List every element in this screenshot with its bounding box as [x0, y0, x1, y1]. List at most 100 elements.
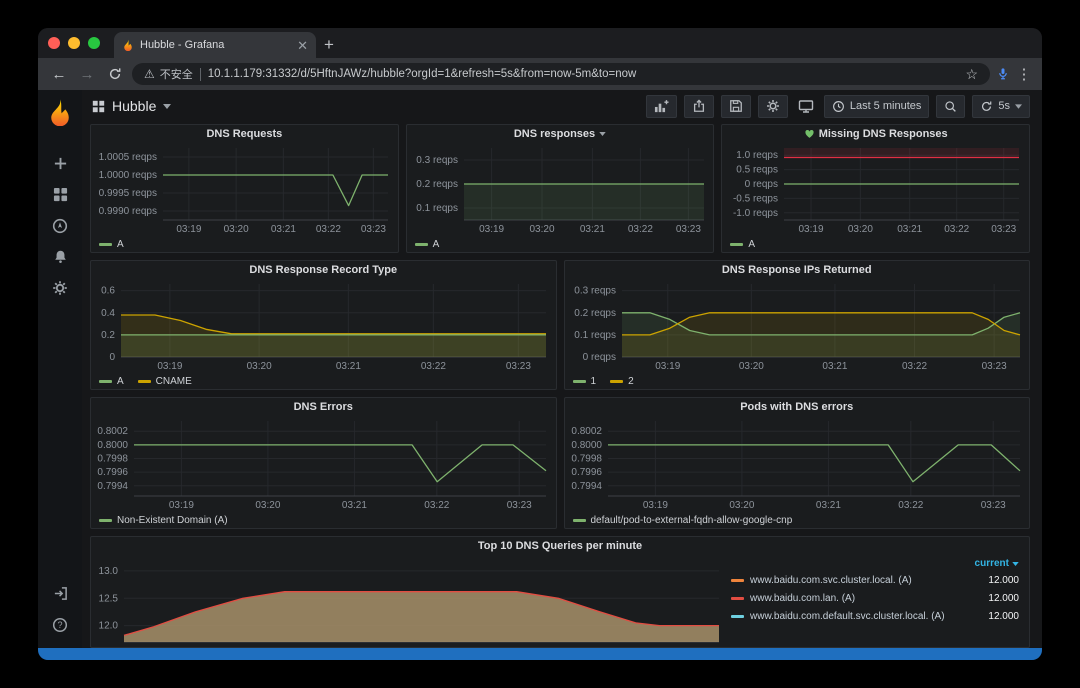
svg-text:0.3 reqps: 0.3 reqps — [416, 155, 458, 166]
legend-row[interactable]: www.baidu.com.svc.cluster.local. (A) 12.0… — [731, 571, 1019, 589]
bookmark-star-icon[interactable]: ☆ — [965, 66, 978, 83]
series-name: 2 — [628, 376, 634, 387]
panel-title-text: Pods with DNS errors — [740, 400, 854, 413]
dashboard-grid-icon[interactable] — [92, 100, 105, 113]
sidebar-item-explore[interactable] — [38, 210, 82, 241]
time-series-graph[interactable]: 0.8002 0.8000 0.7998 0.7996 0.7994 03:19 03:20… — [569, 415, 1026, 511]
time-series-graph[interactable]: 0.8002 0.8000 0.7998 0.7996 0.7994 03:19 03:20… — [95, 415, 552, 511]
legend-item[interactable]: CNAME — [137, 376, 192, 387]
sidebar-item-dashboards[interactable] — [38, 179, 82, 210]
new-tab-button[interactable]: + — [316, 32, 342, 58]
refresh-picker[interactable]: 5s — [972, 94, 1030, 118]
legend-item[interactable]: 1 — [572, 376, 596, 387]
panel-title-text: DNS Errors — [293, 400, 353, 413]
legend-item[interactable]: default/pod-to-external-fqdn-allow-googl… — [572, 515, 792, 526]
svg-text:0.2 reqps: 0.2 reqps — [574, 308, 616, 319]
panel-title[interactable]: DNS responses — [407, 125, 714, 142]
series-swatch — [99, 519, 112, 522]
series-current-value: 12.000 — [988, 610, 1019, 622]
series-swatch — [137, 380, 151, 383]
svg-text:-1.0 reqps: -1.0 reqps — [733, 208, 778, 219]
back-button[interactable]: ← — [48, 66, 70, 83]
address-bar[interactable]: ⚠ 不安全 10.1.1.179:31332/d/5HftnJAWz/hubbl… — [132, 63, 990, 85]
panel-title[interactable]: DNS Requests — [91, 125, 398, 142]
series-name: www.baidu.com.lan. (A) — [750, 592, 856, 604]
svg-text:03:21: 03:21 — [898, 224, 923, 235]
legend-item[interactable]: Non-Existent Domain (A) — [99, 515, 228, 526]
grafana-sidebar: ? — [38, 90, 82, 648]
time-series-graph[interactable]: 0.6 0.4 0.2 0 03:19 03:20 03:21 03:22 03:23 — [95, 278, 552, 372]
sidebar-item-sign-in[interactable] — [38, 578, 82, 609]
help-icon: ? — [52, 617, 68, 632]
sidebar-item-configuration[interactable] — [38, 272, 82, 303]
security-indicator[interactable]: ⚠ 不安全 — [144, 66, 193, 82]
save-dashboard-button[interactable] — [720, 94, 751, 118]
legend-item[interactable]: A — [414, 239, 439, 250]
time-series-graph[interactable]: 0.3 reqps 0.2 reqps 0.1 reqps 03:19 03:20 03:… — [411, 142, 710, 235]
legend-item[interactable]: A — [99, 376, 124, 387]
svg-text:1.0005 reqps: 1.0005 reqps — [99, 152, 157, 163]
dashboard-settings-button[interactable] — [757, 94, 788, 118]
sidebar-item-create[interactable] — [38, 148, 82, 179]
legend-header-label: current — [974, 558, 1009, 569]
grafana-logo-icon[interactable] — [46, 98, 74, 126]
svg-text:03:21: 03:21 — [580, 224, 605, 235]
panel-title[interactable]: DNS Response IPs Returned — [565, 261, 1030, 278]
plus-icon — [54, 157, 66, 170]
svg-text:03:20: 03:20 — [529, 224, 554, 235]
panel-title[interactable]: Top 10 DNS Queries per minute — [91, 537, 1029, 554]
time-range-label: Last 5 minutes — [849, 100, 922, 112]
svg-text:03:19: 03:19 — [799, 224, 824, 235]
grafana-navbar: Hubble Last 5 minutes 5s — [82, 90, 1042, 122]
zoom-out-button[interactable] — [936, 94, 966, 118]
panel-top-10-dns-queries-per-minute: Top 10 DNS Queries per minute 13.0 12.5 12.… — [90, 536, 1030, 648]
time-series-graph[interactable]: 1.0 reqps 0.5 reqps 0 reqps -0.5 reqps -1.0 … — [726, 142, 1025, 235]
legend-row[interactable]: www.baidu.com.lan. (A) 12.000 — [731, 589, 1019, 607]
legend-row[interactable]: www.baidu.com.default.svc.cluster.local.… — [731, 607, 1019, 625]
panel-title[interactable]: DNS Errors — [91, 398, 556, 415]
window-zoom-button[interactable] — [88, 37, 100, 49]
sidebar-item-alerting[interactable] — [38, 241, 82, 272]
legend-item[interactable]: 2 — [610, 376, 634, 387]
svg-text:1.0000 reqps: 1.0000 reqps — [99, 170, 157, 181]
window-close-button[interactable] — [48, 37, 60, 49]
panel-legend: A — [407, 237, 714, 252]
panel-dns-requests: DNS Requests 1.0005 reqps 1.0000 reqps 0.99… — [90, 124, 399, 253]
forward-button[interactable]: → — [76, 66, 98, 83]
dashboard-title[interactable]: Hubble — [112, 98, 156, 114]
svg-text:03:21: 03:21 — [271, 224, 296, 235]
sidebar-item-help[interactable]: ? — [38, 609, 82, 640]
reload-button[interactable] — [104, 67, 126, 81]
browser-menu-icon[interactable]: ⋮ — [1016, 65, 1032, 83]
panel-title[interactable]: DNS Response Record Type — [91, 261, 556, 278]
svg-text:03:21: 03:21 — [342, 500, 367, 511]
legend-sort-header[interactable]: current — [731, 556, 1019, 571]
svg-text:03:23: 03:23 — [676, 224, 701, 235]
sign-in-icon — [54, 587, 67, 600]
panel-title[interactable]: Missing DNS Responses — [722, 125, 1029, 142]
dashboard-row: DNS Requests 1.0005 reqps 1.0000 reqps 0.99… — [90, 124, 1031, 253]
time-series-graph[interactable]: 0.3 reqps 0.2 reqps 0.1 reqps 0 reqps 03:19 0… — [569, 278, 1026, 372]
window-minimize-button[interactable] — [68, 37, 80, 49]
browser-tab[interactable]: Hubble - Grafana ✕ — [114, 32, 316, 58]
chevron-down-icon[interactable] — [163, 103, 172, 109]
tab-close-icon[interactable]: ✕ — [297, 39, 308, 52]
bottom-highlight-strip — [38, 648, 1042, 660]
time-series-graph[interactable]: 1.0005 reqps 1.0000 reqps 0.9995 reqps 0.99… — [95, 142, 394, 235]
series-swatch — [99, 380, 112, 383]
share-button[interactable] — [683, 94, 714, 118]
cycle-view-button[interactable] — [795, 96, 817, 117]
legend-item[interactable]: A — [730, 239, 755, 250]
svg-text:03:22: 03:22 — [424, 500, 449, 511]
series-swatch — [572, 519, 586, 522]
svg-text:03:20: 03:20 — [848, 224, 873, 235]
panel-title[interactable]: Pods with DNS errors — [565, 398, 1030, 415]
time-series-graph[interactable]: 13.0 12.5 12.0 — [95, 554, 725, 645]
browser-window: Hubble - Grafana ✕ + ← → ⚠ 不安全 10.1.1.17… — [38, 28, 1042, 660]
time-range-picker[interactable]: Last 5 minutes — [823, 94, 930, 118]
series-swatch — [610, 380, 624, 383]
add-panel-button[interactable] — [645, 94, 677, 118]
legend-item[interactable]: A — [99, 239, 124, 250]
voice-extension-icon[interactable] — [996, 67, 1010, 81]
svg-text:0.4: 0.4 — [101, 308, 115, 319]
